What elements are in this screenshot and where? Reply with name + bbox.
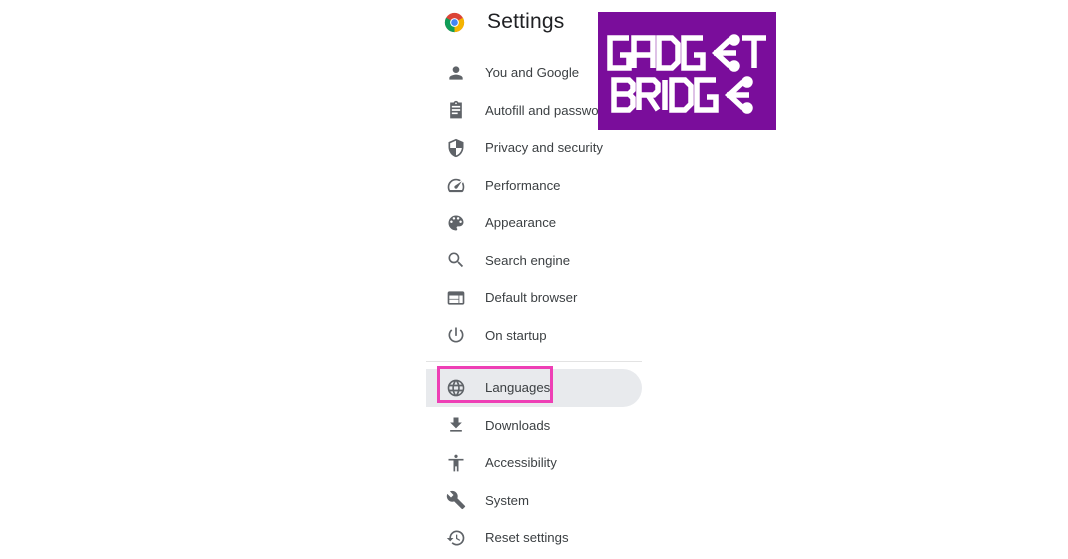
globe-icon (445, 377, 467, 399)
gauge-icon (445, 174, 467, 196)
page-title: Settings (487, 10, 565, 33)
sidebar-item-label: Downloads (485, 417, 551, 433)
power-icon (445, 324, 467, 346)
sidebar-item-accessibility[interactable]: Accessibility (426, 444, 642, 482)
sidebar-item-label: Languages (485, 380, 551, 396)
sidebar-item-search-engine[interactable]: Search engine (426, 242, 642, 280)
sidebar-item-label: On startup (485, 327, 547, 343)
gadget-bridge-logo-graphic (607, 34, 766, 114)
sidebar-item-default-browser[interactable]: Default browser (426, 279, 642, 317)
browser-window-icon (445, 287, 467, 309)
sidebar-item-label: Search engine (485, 252, 571, 268)
sidebar-item-label: Privacy and security (485, 140, 603, 156)
palette-icon (445, 212, 467, 234)
history-icon (445, 527, 467, 549)
sidebar-item-reset-settings[interactable]: Reset settings (426, 519, 642, 557)
sidebar-item-languages[interactable]: Languages (426, 369, 642, 407)
search-icon (445, 249, 467, 271)
chrome-icon (444, 12, 465, 32)
shield-icon (445, 137, 467, 159)
sidebar-item-privacy-and-security[interactable]: Privacy and security (426, 129, 642, 167)
sidebar-item-label: Reset settings (485, 530, 569, 546)
settings-header: Settings (444, 8, 564, 36)
sidebar-item-label: Default browser (485, 290, 578, 306)
sidebar-item-downloads[interactable]: Downloads (426, 407, 642, 445)
sidebar-item-label: Appearance (485, 215, 557, 231)
sidebar-item-on-startup[interactable]: On startup (426, 317, 642, 355)
sidebar-item-label: System (485, 492, 529, 508)
person-icon (445, 62, 467, 84)
sidebar-item-performance[interactable]: Performance (426, 167, 642, 205)
sidebar-item-system[interactable]: System (426, 482, 642, 520)
gadget-bridge-logo (598, 12, 776, 130)
sidebar-item-label: Performance (485, 177, 561, 193)
wrench-icon (445, 489, 467, 511)
clipboard-icon (445, 99, 467, 121)
download-icon (445, 414, 467, 436)
sidebar-item-label: Accessibility (485, 455, 557, 471)
accessibility-icon (445, 452, 467, 474)
sidebar-item-label: You and Google (485, 65, 580, 81)
sidebar-divider (426, 361, 642, 362)
sidebar-item-appearance[interactable]: Appearance (426, 204, 642, 242)
